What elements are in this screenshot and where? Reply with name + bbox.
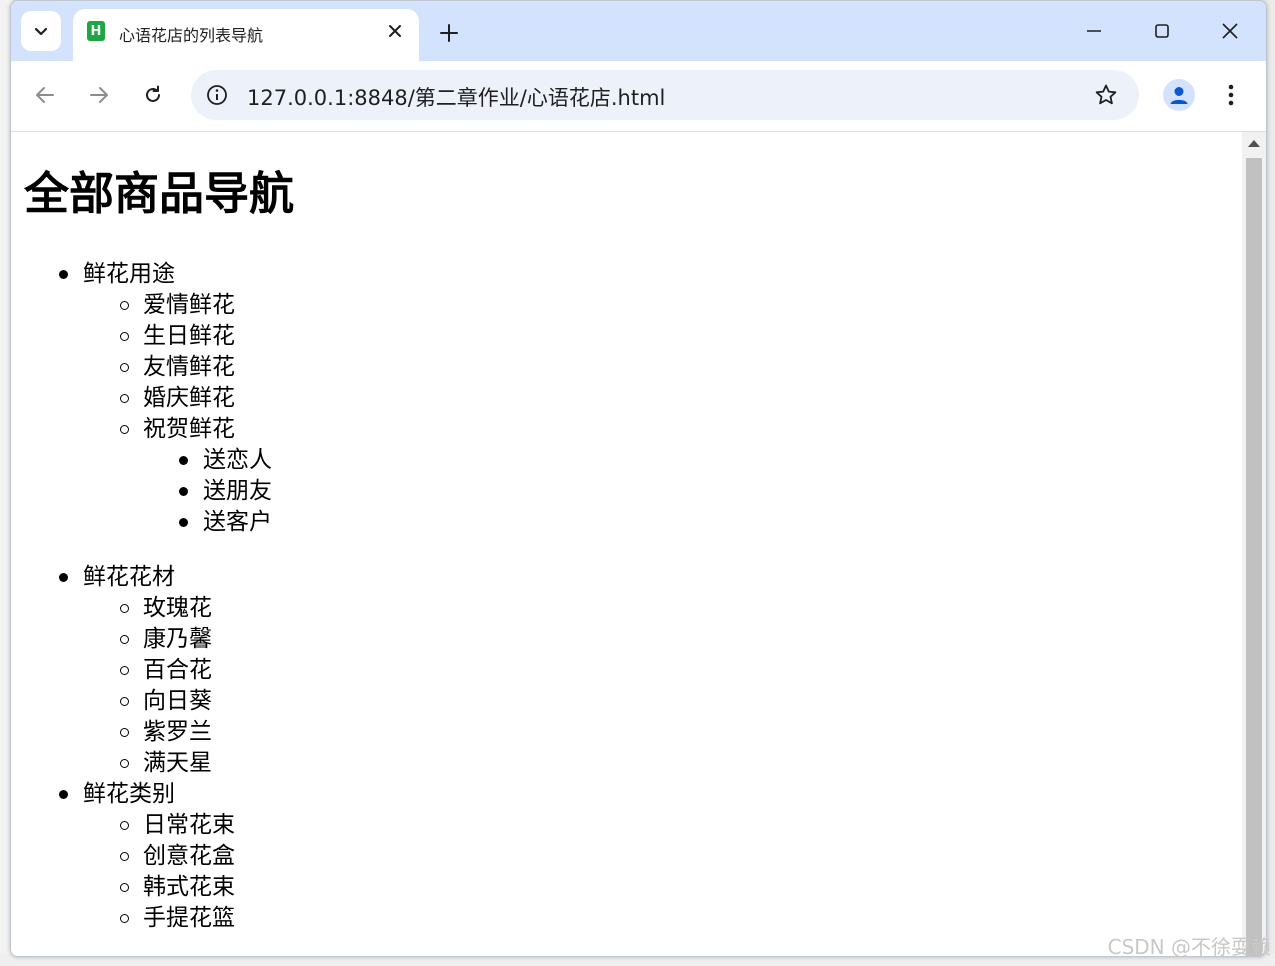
disc-bullet-icon [179, 518, 188, 527]
forward-arrow-icon [90, 87, 108, 103]
plus-icon [440, 24, 458, 42]
watermark: CSDN @不徐耍赖 [1107, 935, 1271, 959]
disc-bullet-icon [59, 270, 68, 279]
profile-button[interactable] [1163, 79, 1195, 111]
list-item: 玫瑰花 [143, 595, 212, 621]
list-subitem: 送恋人 [203, 447, 272, 473]
vertical-scrollbar[interactable] [1242, 132, 1266, 956]
circle-bullet-icon [120, 821, 129, 830]
minimize-icon [1087, 30, 1101, 32]
list-item: 友情鲜花 [143, 354, 235, 380]
reload-icon [146, 85, 160, 102]
list-subitem: 送朋友 [203, 478, 272, 504]
browser-menu-button[interactable] [1219, 79, 1243, 111]
list-item: 爱情鲜花 [143, 292, 235, 318]
disc-bullet-icon [59, 573, 68, 582]
close-icon [389, 25, 401, 37]
list-item: 日常花束 [143, 812, 235, 838]
browser-window: H 心语花店的列表导航 127.0.0.1:8848/第二章作业/心语花店.ht… [10, 0, 1267, 957]
close-window-button[interactable] [1207, 13, 1253, 49]
circle-bullet-icon [120, 666, 129, 675]
list-item: 康乃馨 [143, 626, 212, 652]
tab-close-button[interactable] [381, 17, 409, 45]
tab-search-button[interactable] [21, 11, 61, 51]
circle-bullet-icon [120, 759, 129, 768]
circle-bullet-icon [120, 394, 129, 403]
page-content: 全部商品导航 鲜花用途爱情鲜花生日鲜花友情鲜花婚庆鲜花祝贺鲜花送恋人送朋友送客户… [11, 132, 1241, 956]
circle-bullet-icon [120, 914, 129, 923]
scroll-up-arrow-icon[interactable] [1248, 140, 1260, 147]
list-item: 韩式花束 [143, 874, 235, 900]
tab-title: 心语花店的列表导航 [119, 26, 264, 45]
chevron-down-icon [34, 27, 48, 36]
disc-bullet-icon [59, 790, 68, 799]
circle-bullet-icon [120, 852, 129, 861]
site-info-button[interactable] [205, 83, 229, 107]
list-item: 创意花盒 [143, 843, 235, 869]
circle-bullet-icon [120, 697, 129, 706]
new-tab-button[interactable] [433, 17, 465, 49]
list-category: 鲜花花材 [83, 564, 175, 590]
page-heading: 全部商品导航 [24, 167, 295, 220]
reload-button[interactable] [135, 77, 171, 113]
maximize-icon [1155, 24, 1169, 38]
person-icon [1170, 87, 1188, 104]
active-tab[interactable]: H 心语花店的列表导航 [73, 9, 419, 61]
scrollbar-thumb[interactable] [1246, 158, 1262, 956]
address-bar[interactable]: 127.0.0.1:8848/第二章作业/心语花店.html [191, 70, 1139, 120]
forward-button[interactable] [81, 77, 117, 113]
list-item: 百合花 [143, 657, 212, 683]
url-text[interactable]: 127.0.0.1:8848/第二章作业/心语花店.html [247, 82, 665, 112]
hbuilder-favicon-icon: H [87, 21, 105, 41]
back-arrow-icon [36, 87, 54, 103]
circle-bullet-icon [120, 425, 129, 434]
tab-strip: H 心语花店的列表导航 [11, 1, 1266, 61]
list-item: 祝贺鲜花 [143, 416, 235, 442]
bookmark-button[interactable] [1093, 82, 1119, 108]
maximize-button[interactable] [1139, 13, 1185, 49]
circle-bullet-icon [120, 363, 129, 372]
list-item: 满天星 [143, 750, 212, 776]
list-item: 生日鲜花 [143, 323, 235, 349]
disc-bullet-icon [179, 456, 188, 465]
circle-bullet-icon [120, 883, 129, 892]
disc-bullet-icon [179, 487, 188, 496]
circle-bullet-icon [120, 604, 129, 613]
list-item: 手提花篮 [143, 905, 235, 931]
list-item: 向日葵 [143, 688, 212, 714]
kebab-menu-icon [1228, 84, 1234, 106]
minimize-button[interactable] [1071, 13, 1117, 49]
browser-toolbar: 127.0.0.1:8848/第二章作业/心语花店.html [11, 61, 1266, 132]
list-subitem: 送客户 [203, 509, 272, 535]
close-icon [1222, 23, 1238, 39]
circle-bullet-icon [120, 728, 129, 737]
list-category: 鲜花用途 [83, 261, 175, 287]
circle-bullet-icon [120, 635, 129, 644]
circle-bullet-icon [120, 301, 129, 310]
circle-bullet-icon [120, 332, 129, 341]
back-button[interactable] [27, 77, 63, 113]
list-category: 鲜花类别 [83, 781, 175, 807]
list-item: 紫罗兰 [143, 719, 212, 745]
star-icon [1095, 84, 1117, 105]
info-icon [207, 85, 227, 105]
list-item: 婚庆鲜花 [143, 385, 235, 411]
